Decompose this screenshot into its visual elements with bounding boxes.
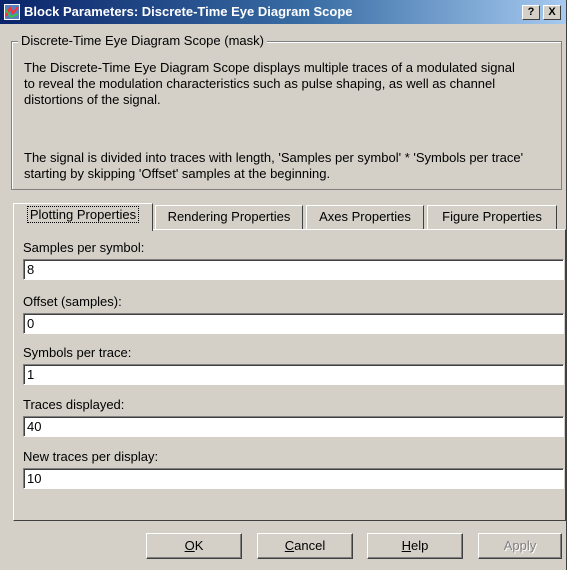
help-button[interactable]: Help	[367, 533, 463, 559]
help-label-rest: elp	[411, 538, 429, 553]
ok-button[interactable]: OK	[146, 533, 242, 559]
offset-label: Offset (samples):	[23, 294, 122, 309]
ok-label-rest: K	[194, 538, 204, 553]
cancel-mnemonic: C	[284, 538, 295, 553]
mask-description: The Discrete-Time Eye Diagram Scope disp…	[24, 60, 559, 108]
new-traces-per-display-label: New traces per display:	[23, 449, 159, 464]
tab-rendering-properties[interactable]: Rendering Properties	[155, 205, 303, 229]
samples-per-symbol-input[interactable]	[23, 259, 564, 280]
mask-description-group: Discrete-Time Eye Diagram Scope (mask) T…	[11, 33, 562, 190]
note-line: The signal is divided into traces with l…	[24, 150, 524, 165]
cancel-button[interactable]: Cancel	[257, 533, 353, 559]
help-mnemonic: H	[401, 538, 412, 553]
cancel-label-rest: ancel	[294, 538, 326, 553]
tab-axes-properties[interactable]: Axes Properties	[306, 205, 424, 229]
ok-mnemonic: O	[184, 538, 195, 553]
traces-displayed-label: Traces displayed:	[23, 397, 125, 412]
tab-label: Figure Properties	[442, 209, 542, 224]
note-line: starting by skipping 'Offset' samples at…	[24, 166, 331, 181]
simulink-block-icon	[4, 4, 20, 20]
tab-label: Axes Properties	[319, 209, 411, 224]
tab-label: Rendering Properties	[167, 209, 291, 224]
group-title: Discrete-Time Eye Diagram Scope (mask)	[18, 33, 267, 48]
tab-label: Plotting Properties	[26, 206, 140, 223]
offset-input[interactable]	[23, 313, 564, 334]
help-title-button[interactable]: ?	[522, 5, 540, 20]
description-line: distortions of the signal.	[24, 92, 161, 107]
tab-figure-properties[interactable]: Figure Properties	[427, 205, 557, 229]
apply-button[interactable]: Apply	[478, 533, 562, 559]
apply-label: Apply	[503, 538, 537, 553]
mask-note: The signal is divided into traces with l…	[24, 150, 559, 182]
tab-plotting-properties[interactable]: Plotting Properties	[13, 203, 153, 231]
title-bar[interactable]: Block Parameters: Discrete-Time Eye Diag…	[0, 0, 566, 24]
plotting-properties-panel: Samples per symbol: Offset (samples): Sy…	[13, 229, 566, 521]
symbols-per-trace-label: Symbols per trace:	[23, 345, 132, 360]
symbols-per-trace-input[interactable]	[23, 364, 564, 385]
question-icon: ?	[527, 6, 535, 18]
samples-per-symbol-label: Samples per symbol:	[23, 240, 145, 255]
tab-strip: Plotting Properties Rendering Properties…	[13, 203, 566, 231]
description-line: The Discrete-Time Eye Diagram Scope disp…	[24, 60, 515, 75]
new-traces-per-display-input[interactable]	[23, 468, 564, 489]
traces-displayed-input[interactable]	[23, 416, 564, 437]
close-title-button[interactable]: X	[543, 5, 561, 20]
window-title: Block Parameters: Discrete-Time Eye Diag…	[24, 4, 353, 19]
description-line: to reveal the modulation characteristics…	[24, 76, 496, 91]
block-parameters-dialog: Block Parameters: Discrete-Time Eye Diag…	[0, 0, 567, 570]
close-icon: X	[548, 6, 556, 18]
